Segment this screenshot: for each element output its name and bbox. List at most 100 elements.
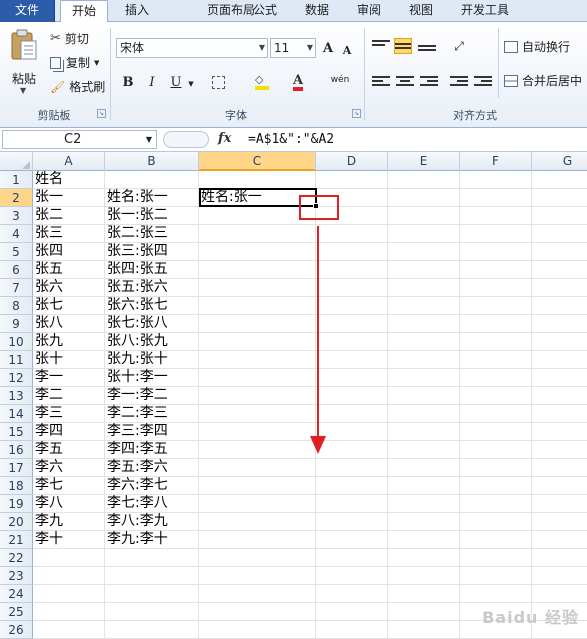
row-header[interactable]: 19 (0, 495, 33, 513)
cell[interactable] (388, 495, 460, 513)
tab-data[interactable]: 数据 (296, 0, 338, 22)
cell[interactable] (460, 477, 532, 495)
cell[interactable] (388, 243, 460, 261)
align-top-icon[interactable] (372, 38, 390, 54)
cell[interactable] (316, 621, 388, 639)
cell[interactable] (105, 567, 199, 585)
align-right-icon[interactable] (420, 74, 438, 90)
row-header[interactable]: 3 (0, 207, 33, 225)
cell[interactable] (199, 243, 316, 261)
cell[interactable]: 张六:张七 (105, 297, 199, 315)
cell[interactable] (532, 567, 587, 585)
cell[interactable] (460, 423, 532, 441)
cell[interactable] (199, 297, 316, 315)
row-header[interactable]: 4 (0, 225, 33, 243)
cell[interactable] (199, 531, 316, 549)
row-header[interactable]: 24 (0, 585, 33, 603)
tab-view[interactable]: 视图 (400, 0, 442, 22)
bold-button[interactable]: B (118, 72, 138, 92)
cell[interactable] (199, 387, 316, 405)
cell[interactable] (388, 369, 460, 387)
cell[interactable] (388, 621, 460, 639)
row-header[interactable]: 21 (0, 531, 33, 549)
row-header[interactable]: 12 (0, 369, 33, 387)
cell[interactable] (33, 549, 105, 567)
row-header[interactable]: 25 (0, 603, 33, 621)
cell[interactable] (388, 225, 460, 243)
cell[interactable] (532, 315, 587, 333)
cell[interactable] (388, 459, 460, 477)
cell[interactable] (105, 585, 199, 603)
name-box[interactable]: C2 ▼ (2, 130, 157, 149)
row-header[interactable]: 11 (0, 351, 33, 369)
cell[interactable] (105, 171, 199, 189)
align-middle-icon[interactable] (394, 38, 412, 54)
cell[interactable] (460, 189, 532, 207)
cell[interactable] (33, 621, 105, 639)
cell[interactable] (532, 189, 587, 207)
cell[interactable]: 李一:李二 (105, 387, 199, 405)
formula-bar-splitter-icon[interactable] (163, 131, 209, 148)
cell[interactable] (105, 603, 199, 621)
cell[interactable] (316, 549, 388, 567)
increase-indent-icon[interactable] (474, 74, 492, 90)
tab-home[interactable]: 开始 (60, 0, 108, 23)
paste-button[interactable]: 粘贴 ▼ (4, 26, 44, 104)
cell[interactable]: 姓名:张一 (105, 189, 199, 207)
cell[interactable] (532, 351, 587, 369)
cell[interactable] (532, 279, 587, 297)
format-painter-button[interactable]: 🖌 格式刷 (50, 78, 105, 95)
cell[interactable]: 张四:张五 (105, 261, 199, 279)
cell[interactable] (460, 531, 532, 549)
cell[interactable] (460, 495, 532, 513)
cell[interactable] (388, 279, 460, 297)
cell[interactable]: 张十:李一 (105, 369, 199, 387)
grow-font-button[interactable]: A (320, 38, 336, 58)
row-header[interactable]: 10 (0, 333, 33, 351)
cell[interactable] (316, 477, 388, 495)
cell[interactable] (532, 531, 587, 549)
cell[interactable]: 李九:李十 (105, 531, 199, 549)
cell[interactable] (199, 207, 316, 225)
cell[interactable] (388, 603, 460, 621)
fill-color-button[interactable]: ◇ (248, 72, 276, 92)
cell[interactable] (199, 225, 316, 243)
cell[interactable] (199, 423, 316, 441)
cell[interactable]: 张三 (33, 225, 105, 243)
align-left-icon[interactable] (372, 74, 390, 90)
cell[interactable] (388, 315, 460, 333)
cell[interactable] (199, 603, 316, 621)
cell[interactable] (388, 207, 460, 225)
cell[interactable] (316, 567, 388, 585)
cell[interactable]: 张四 (33, 243, 105, 261)
cell[interactable]: 张十 (33, 351, 105, 369)
cell[interactable] (199, 441, 316, 459)
row-header[interactable]: 1 (0, 171, 33, 189)
cell[interactable] (460, 387, 532, 405)
cell[interactable] (460, 351, 532, 369)
cell[interactable] (532, 387, 587, 405)
cell[interactable] (316, 585, 388, 603)
cell[interactable] (388, 405, 460, 423)
cell[interactable]: 张七:张八 (105, 315, 199, 333)
cell[interactable]: 张七 (33, 297, 105, 315)
cell[interactable] (460, 261, 532, 279)
cell[interactable] (316, 171, 388, 189)
merge-center-button[interactable]: 合并后居中 (504, 72, 582, 89)
cell[interactable]: 李十 (33, 531, 105, 549)
cell[interactable] (199, 279, 316, 297)
cell[interactable]: 李九 (33, 513, 105, 531)
cell[interactable] (460, 243, 532, 261)
shrink-font-button[interactable]: A (340, 40, 354, 60)
cell[interactable] (388, 423, 460, 441)
tab-formulas[interactable]: 公式 (244, 0, 286, 22)
tab-insert[interactable]: 插入 (116, 0, 158, 22)
cell[interactable] (388, 387, 460, 405)
row-header[interactable]: 13 (0, 387, 33, 405)
cell[interactable] (532, 261, 587, 279)
cell[interactable] (388, 513, 460, 531)
cell[interactable] (388, 549, 460, 567)
cell[interactable] (199, 621, 316, 639)
cell[interactable] (532, 405, 587, 423)
align-bottom-icon[interactable] (418, 38, 436, 54)
